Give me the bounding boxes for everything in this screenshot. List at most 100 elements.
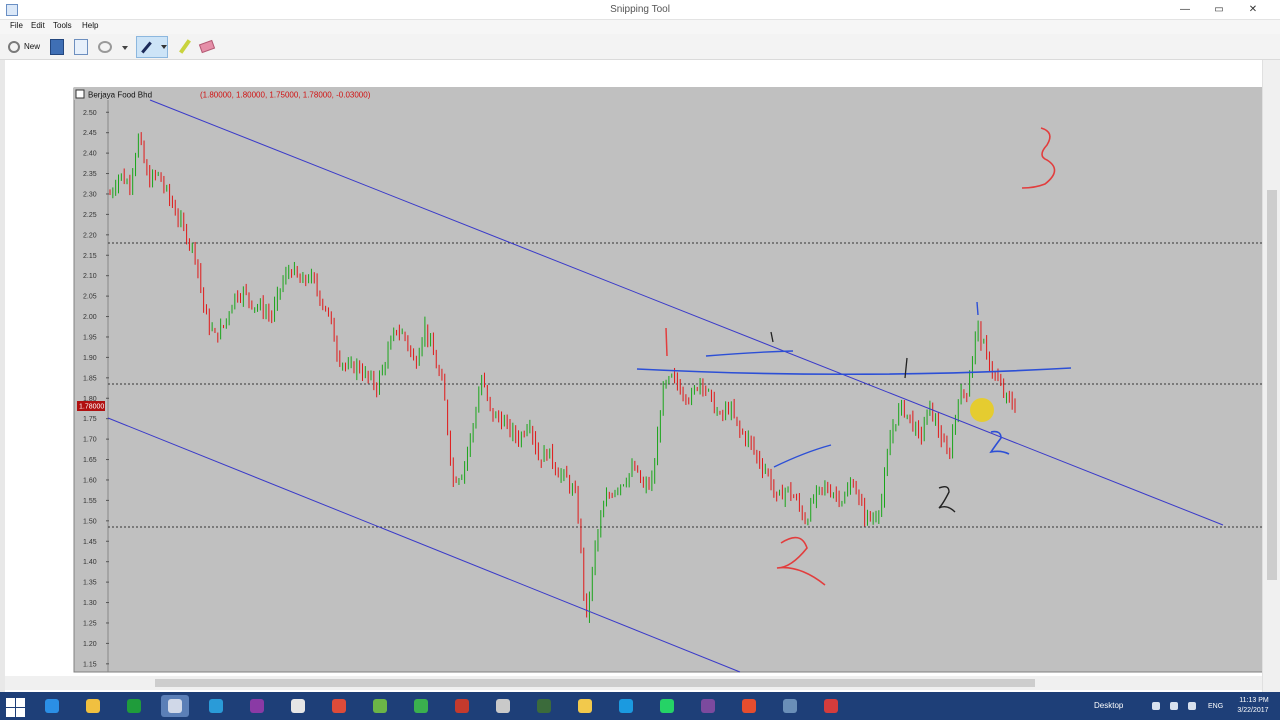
folder-icon xyxy=(578,699,592,713)
snipping-tool-icon xyxy=(168,699,182,713)
stock-chart: Berjaya Food Bhd (1.80000, 1.80000, 1.75… xyxy=(73,87,1267,673)
snip-canvas[interactable]: Berjaya Food Bhd (1.80000, 1.80000, 1.75… xyxy=(0,60,1280,692)
taskbar-app-shutter[interactable] xyxy=(735,695,763,717)
taskbar-app-bull[interactable] xyxy=(448,695,476,717)
y-tick-label: 1.70 xyxy=(83,437,97,444)
taskbar-app-folder[interactable] xyxy=(571,695,599,717)
highlighter-icon xyxy=(179,39,191,54)
language-indicator[interactable]: ENG xyxy=(1208,703,1223,710)
y-tick-label: 1.20 xyxy=(83,641,97,648)
save-icon[interactable] xyxy=(50,39,64,55)
taskbar-app-tools[interactable] xyxy=(776,695,804,717)
clock-date[interactable]: 3/22/2017 xyxy=(1232,707,1274,714)
taskbar-app-calculator[interactable] xyxy=(284,695,312,717)
taskbar: Desktop ENG 11:13 PM 3/22/2017 xyxy=(0,692,1280,720)
y-tick-label: 1.45 xyxy=(83,539,97,546)
globe-icon xyxy=(414,699,428,713)
taskbar-app-whatsapp[interactable] xyxy=(653,695,681,717)
taskbar-app-store[interactable] xyxy=(120,695,148,717)
taskbar-app-notes-app[interactable] xyxy=(366,695,394,717)
title-bar: Snipping Tool — ▭ ✕ xyxy=(0,0,1280,20)
chrome-icon xyxy=(332,699,346,713)
menu-bar: File Edit Tools Help xyxy=(0,20,1280,34)
taskbar-app-archive[interactable] xyxy=(694,695,722,717)
copy-icon[interactable] xyxy=(74,39,88,55)
taskbar-app-file-explorer[interactable] xyxy=(79,695,107,717)
send-snip-button[interactable] xyxy=(98,39,116,55)
y-tick-label: 2.45 xyxy=(83,130,97,137)
minimize-button[interactable]: — xyxy=(1172,2,1198,17)
vertical-scroll-thumb[interactable] xyxy=(1267,190,1277,580)
windows-logo-pane xyxy=(16,698,25,707)
archive-icon xyxy=(701,699,715,713)
y-tick-label: 2.50 xyxy=(83,110,97,117)
vertical-scrollbar[interactable] xyxy=(1262,60,1280,692)
menu-file[interactable]: File xyxy=(10,21,23,30)
send-icon xyxy=(98,41,112,53)
pen-dropdown-arrow-icon[interactable] xyxy=(161,45,167,49)
menu-edit[interactable]: Edit xyxy=(31,21,45,30)
network-icon[interactable] xyxy=(1152,702,1160,710)
y-tick-label: 2.25 xyxy=(83,212,97,219)
y-tick-label: 1.90 xyxy=(83,355,97,362)
windows-logo-pane xyxy=(16,708,25,717)
y-tick-label: 1.50 xyxy=(83,518,97,525)
pen-button[interactable] xyxy=(136,36,168,58)
drawn-number-1-red xyxy=(665,327,668,357)
taskbar-app-chrome[interactable] xyxy=(325,695,353,717)
eraser-button[interactable] xyxy=(198,39,216,55)
eraser-icon xyxy=(198,39,216,54)
taskbar-app-chart-app[interactable] xyxy=(489,695,517,717)
chart-plot-area xyxy=(73,87,1267,673)
ohlc-label: (1.80000, 1.80000, 1.75000, 1.78000, -0.… xyxy=(200,91,371,100)
horizontal-scrollbar[interactable] xyxy=(5,676,1262,690)
y-tick-label: 1.75 xyxy=(83,416,97,423)
desktop-toolbar-label[interactable]: Desktop xyxy=(1094,701,1123,710)
menu-tools[interactable]: Tools xyxy=(53,21,72,30)
maximize-button[interactable]: ▭ xyxy=(1206,2,1232,17)
photo-app-icon xyxy=(824,699,838,713)
store-icon xyxy=(127,699,141,713)
taskbar-app-terminal-app[interactable] xyxy=(530,695,558,717)
send-dropdown-arrow-icon[interactable] xyxy=(122,46,128,50)
taskbar-app-snipping-tool[interactable] xyxy=(161,695,189,717)
clock-time[interactable]: 11:13 PM xyxy=(1234,697,1274,704)
taskbar-app-globe[interactable] xyxy=(407,695,435,717)
menu-help[interactable]: Help xyxy=(82,21,98,30)
chart-checkbox[interactable] xyxy=(75,89,85,99)
volume-icon[interactable] xyxy=(1188,702,1196,710)
y-tick-label: 2.30 xyxy=(83,191,97,198)
y-tick-label: 2.35 xyxy=(83,171,97,178)
whatsapp-icon xyxy=(660,699,674,713)
y-tick-label: 2.15 xyxy=(83,253,97,260)
battery-icon[interactable] xyxy=(1170,702,1178,710)
horizontal-scroll-thumb[interactable] xyxy=(155,679,1035,687)
chart-title: Berjaya Food Bhd xyxy=(88,91,152,100)
taskbar-app-send[interactable] xyxy=(202,695,230,717)
y-tick-label: 1.15 xyxy=(83,661,97,668)
new-snip-button[interactable]: New xyxy=(8,39,44,55)
terminal-app-icon xyxy=(537,699,551,713)
highlighter-button[interactable] xyxy=(179,39,192,55)
pen-icon xyxy=(141,41,152,54)
y-tick-label: 1.30 xyxy=(83,600,97,607)
y-tick-label: 1.65 xyxy=(83,457,97,464)
y-tick-label: 1.95 xyxy=(83,334,97,341)
send-icon xyxy=(209,699,223,713)
new-snip-icon xyxy=(8,41,20,53)
toolbar: New xyxy=(0,34,1280,60)
y-tick-label: 1.55 xyxy=(83,498,97,505)
taskbar-app-internet-explorer[interactable] xyxy=(38,695,66,717)
new-snip-label: New xyxy=(24,42,41,51)
internet-explorer-icon xyxy=(45,699,59,713)
close-button[interactable]: ✕ xyxy=(1240,2,1266,17)
start-button[interactable] xyxy=(4,696,25,717)
y-tick-label: 1.25 xyxy=(83,620,97,627)
taskbar-app-photo-app[interactable] xyxy=(817,695,845,717)
taskbar-app-onenote[interactable] xyxy=(243,695,271,717)
taskbar-app-skype[interactable] xyxy=(612,695,640,717)
y-tick-label: 2.20 xyxy=(83,232,97,239)
notes-app-icon xyxy=(373,699,387,713)
calculator-icon xyxy=(291,699,305,713)
skype-icon xyxy=(619,699,633,713)
